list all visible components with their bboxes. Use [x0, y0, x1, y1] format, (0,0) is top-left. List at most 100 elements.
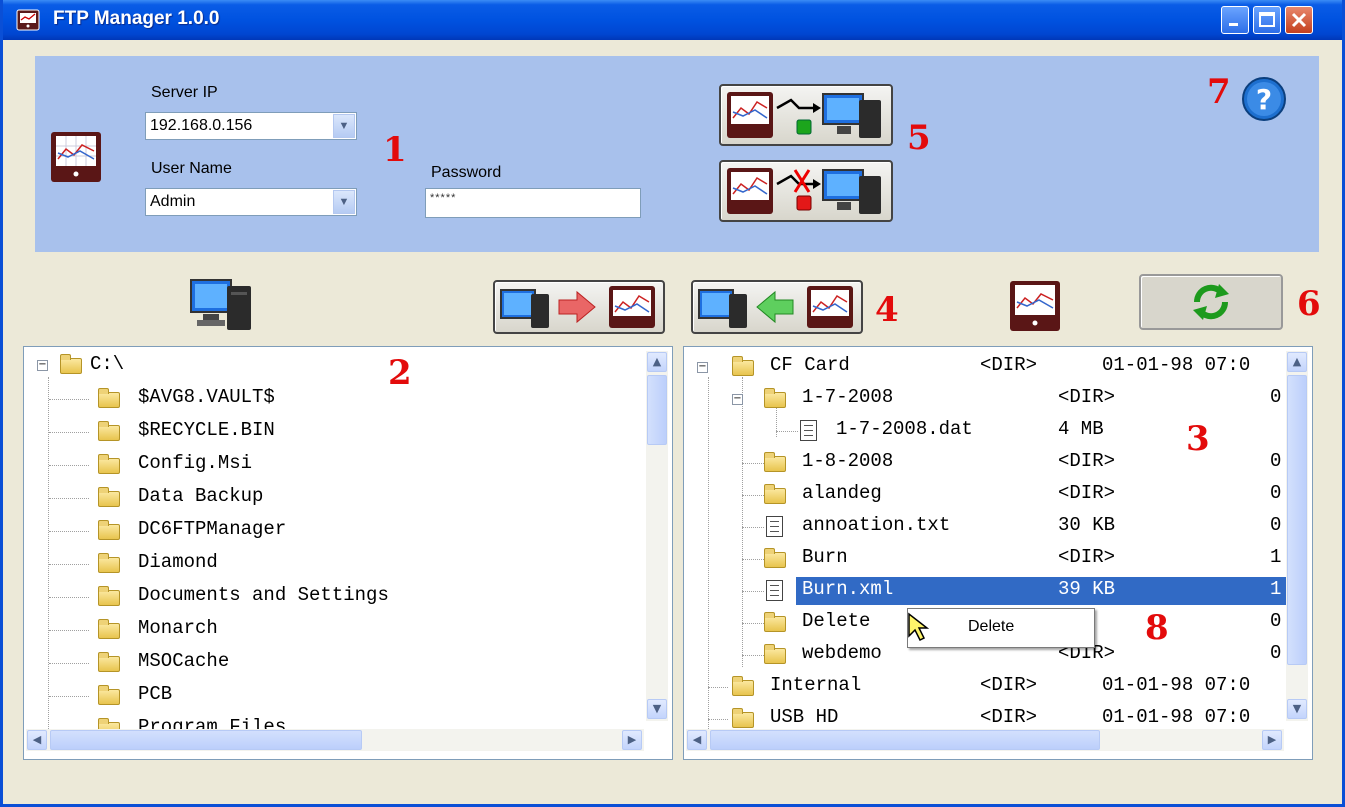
download-to-computer-button[interactable] — [691, 280, 863, 334]
close-icon — [1291, 12, 1307, 28]
minimize-button[interactable] — [1221, 6, 1249, 34]
tree-line — [742, 623, 764, 624]
remote-vertical-scrollbar[interactable]: ▲ ▼ — [1286, 351, 1308, 721]
remote-file-tree[interactable]: − CF Card <DIR> 01-01-98 07:0 − 1-7-2008 <DIR>… — [683, 346, 1313, 760]
connect-icon — [727, 92, 881, 138]
remote-item-date: 0 — [1270, 514, 1282, 536]
user-name-combobox[interactable]: Admin ▼ — [145, 188, 357, 216]
local-folder-item[interactable]: Monarch — [24, 616, 624, 646]
scroll-thumb[interactable] — [710, 730, 1100, 750]
scroll-up-icon[interactable]: ▲ — [647, 352, 667, 372]
local-folder-label: DC6FTPManager — [138, 518, 287, 540]
folder-icon — [732, 708, 754, 728]
tree-line — [742, 655, 764, 656]
remote-item-date: 1 — [1270, 578, 1282, 600]
tree-line — [49, 696, 89, 697]
folder-icon — [98, 421, 120, 441]
recorder-device-icon — [1009, 280, 1061, 337]
collapse-icon[interactable]: − — [37, 360, 48, 371]
tree-line — [49, 399, 89, 400]
remote-file-item[interactable]: Burn.xml 39 KB 1 — [684, 577, 1286, 607]
scroll-thumb[interactable] — [647, 375, 667, 445]
tree-line — [49, 597, 89, 598]
remote-item-name: alandeg — [802, 482, 882, 504]
remote-item-size: <DIR> — [1058, 450, 1116, 472]
refresh-icon — [1193, 284, 1229, 320]
scroll-down-icon[interactable]: ▼ — [1287, 699, 1307, 719]
svg-text:?: ? — [1256, 83, 1272, 116]
scroll-right-icon[interactable]: ▶ — [1262, 730, 1282, 750]
remote-horizontal-scrollbar[interactable]: ◀ ▶ — [686, 729, 1284, 751]
remote-item-date: 0 — [1270, 386, 1282, 408]
remote-item-size: <DIR> — [1058, 482, 1116, 504]
callout-7: 7 — [1207, 72, 1231, 112]
remote-item-size: <DIR> — [980, 354, 1038, 376]
scroll-thumb[interactable] — [1287, 375, 1307, 665]
local-folder-label: $AVG8.VAULT$ — [138, 386, 275, 408]
tree-line — [49, 531, 89, 532]
folder-icon — [764, 644, 786, 664]
local-vertical-scrollbar[interactable]: ▲ ▼ — [646, 351, 668, 721]
local-folder-label: MSOCache — [138, 650, 230, 672]
upload-to-device-button[interactable] — [493, 280, 665, 334]
server-ip-combobox[interactable]: 192.168.0.156 ▼ — [145, 112, 357, 140]
user-name-label: User Name — [151, 160, 232, 177]
password-field[interactable]: ***** — [425, 188, 641, 218]
connect-button[interactable] — [719, 84, 893, 146]
local-folder-item[interactable]: $AVG8.VAULT$ — [24, 385, 624, 415]
maximize-icon — [1259, 12, 1275, 27]
local-folder-item[interactable]: Documents and Settings — [24, 583, 624, 613]
local-root[interactable]: C:\ — [90, 353, 124, 383]
maximize-button[interactable] — [1253, 6, 1281, 34]
local-folder-label: Diamond — [138, 551, 218, 573]
help-button[interactable]: ? — [1241, 76, 1287, 122]
folder-icon — [60, 354, 82, 374]
remote-folder-item[interactable]: Internal <DIR> 01-01-98 07:0 — [684, 673, 1284, 703]
local-horizontal-scrollbar[interactable]: ◀ ▶ — [26, 729, 644, 751]
remote-item-name: 1-7-2008 — [802, 386, 894, 408]
scroll-right-icon[interactable]: ▶ — [622, 730, 642, 750]
collapse-icon[interactable]: − — [732, 394, 743, 405]
local-folder-item[interactable]: Config.Msi — [24, 451, 624, 481]
tree-line — [49, 564, 89, 565]
scroll-left-icon[interactable]: ◀ — [687, 730, 707, 750]
chevron-down-icon[interactable]: ▼ — [333, 114, 355, 138]
app-icon — [16, 9, 40, 31]
local-folder-item[interactable]: DC6FTPManager — [24, 517, 624, 547]
collapse-icon[interactable]: − — [697, 362, 708, 373]
refresh-button[interactable] — [1139, 274, 1283, 330]
tree-line — [776, 431, 798, 432]
disconnect-button[interactable] — [719, 160, 893, 222]
local-folder-label: PCB — [138, 683, 173, 705]
recorder-device-icon — [50, 131, 102, 188]
scroll-thumb[interactable] — [50, 730, 362, 750]
local-folder-item[interactable]: MSOCache — [24, 649, 624, 679]
file-icon — [766, 580, 783, 601]
remote-folder-item[interactable]: − 1-7-2008 <DIR> 0 — [684, 385, 1284, 415]
connection-panel: Server IP 192.168.0.156 ▼ User Name Admi… — [35, 56, 1319, 252]
scroll-down-icon[interactable]: ▼ — [647, 699, 667, 719]
callout-6: 6 — [1297, 284, 1321, 324]
local-folder-item[interactable]: Diamond — [24, 550, 624, 580]
title-bar[interactable]: FTP Manager 1.0.0 — [3, 0, 1342, 40]
close-button[interactable] — [1285, 6, 1313, 34]
remote-folder-item[interactable]: alandeg <DIR> 0 — [684, 481, 1284, 511]
tree-line — [49, 663, 89, 664]
scroll-up-icon[interactable]: ▲ — [1287, 352, 1307, 372]
minimize-icon — [1229, 23, 1238, 26]
remote-item-date: 0 — [1270, 642, 1282, 664]
remote-item-date: 1 — [1270, 546, 1282, 568]
chevron-down-icon[interactable]: ▼ — [333, 190, 355, 214]
help-icon: ? — [1242, 77, 1286, 121]
local-folder-item[interactable]: Data Backup — [24, 484, 624, 514]
remote-folder-item[interactable]: − CF Card <DIR> 01-01-98 07:0 — [684, 353, 1284, 383]
remote-folder-item[interactable]: Burn <DIR> 1 — [684, 545, 1284, 575]
tree-line — [49, 432, 89, 433]
local-folder-item[interactable]: $RECYCLE.BIN — [24, 418, 624, 448]
remote-file-item[interactable]: annoation.txt 30 KB 0 — [684, 513, 1284, 543]
context-menu-delete[interactable]: Delete — [968, 618, 1014, 636]
tree-line — [49, 630, 89, 631]
scroll-left-icon[interactable]: ◀ — [27, 730, 47, 750]
local-file-tree[interactable]: − C:\ 2 $AVG8.VAULT$ $RECYCLE.BIN Config.M… — [23, 346, 673, 760]
local-folder-item[interactable]: PCB — [24, 682, 624, 712]
